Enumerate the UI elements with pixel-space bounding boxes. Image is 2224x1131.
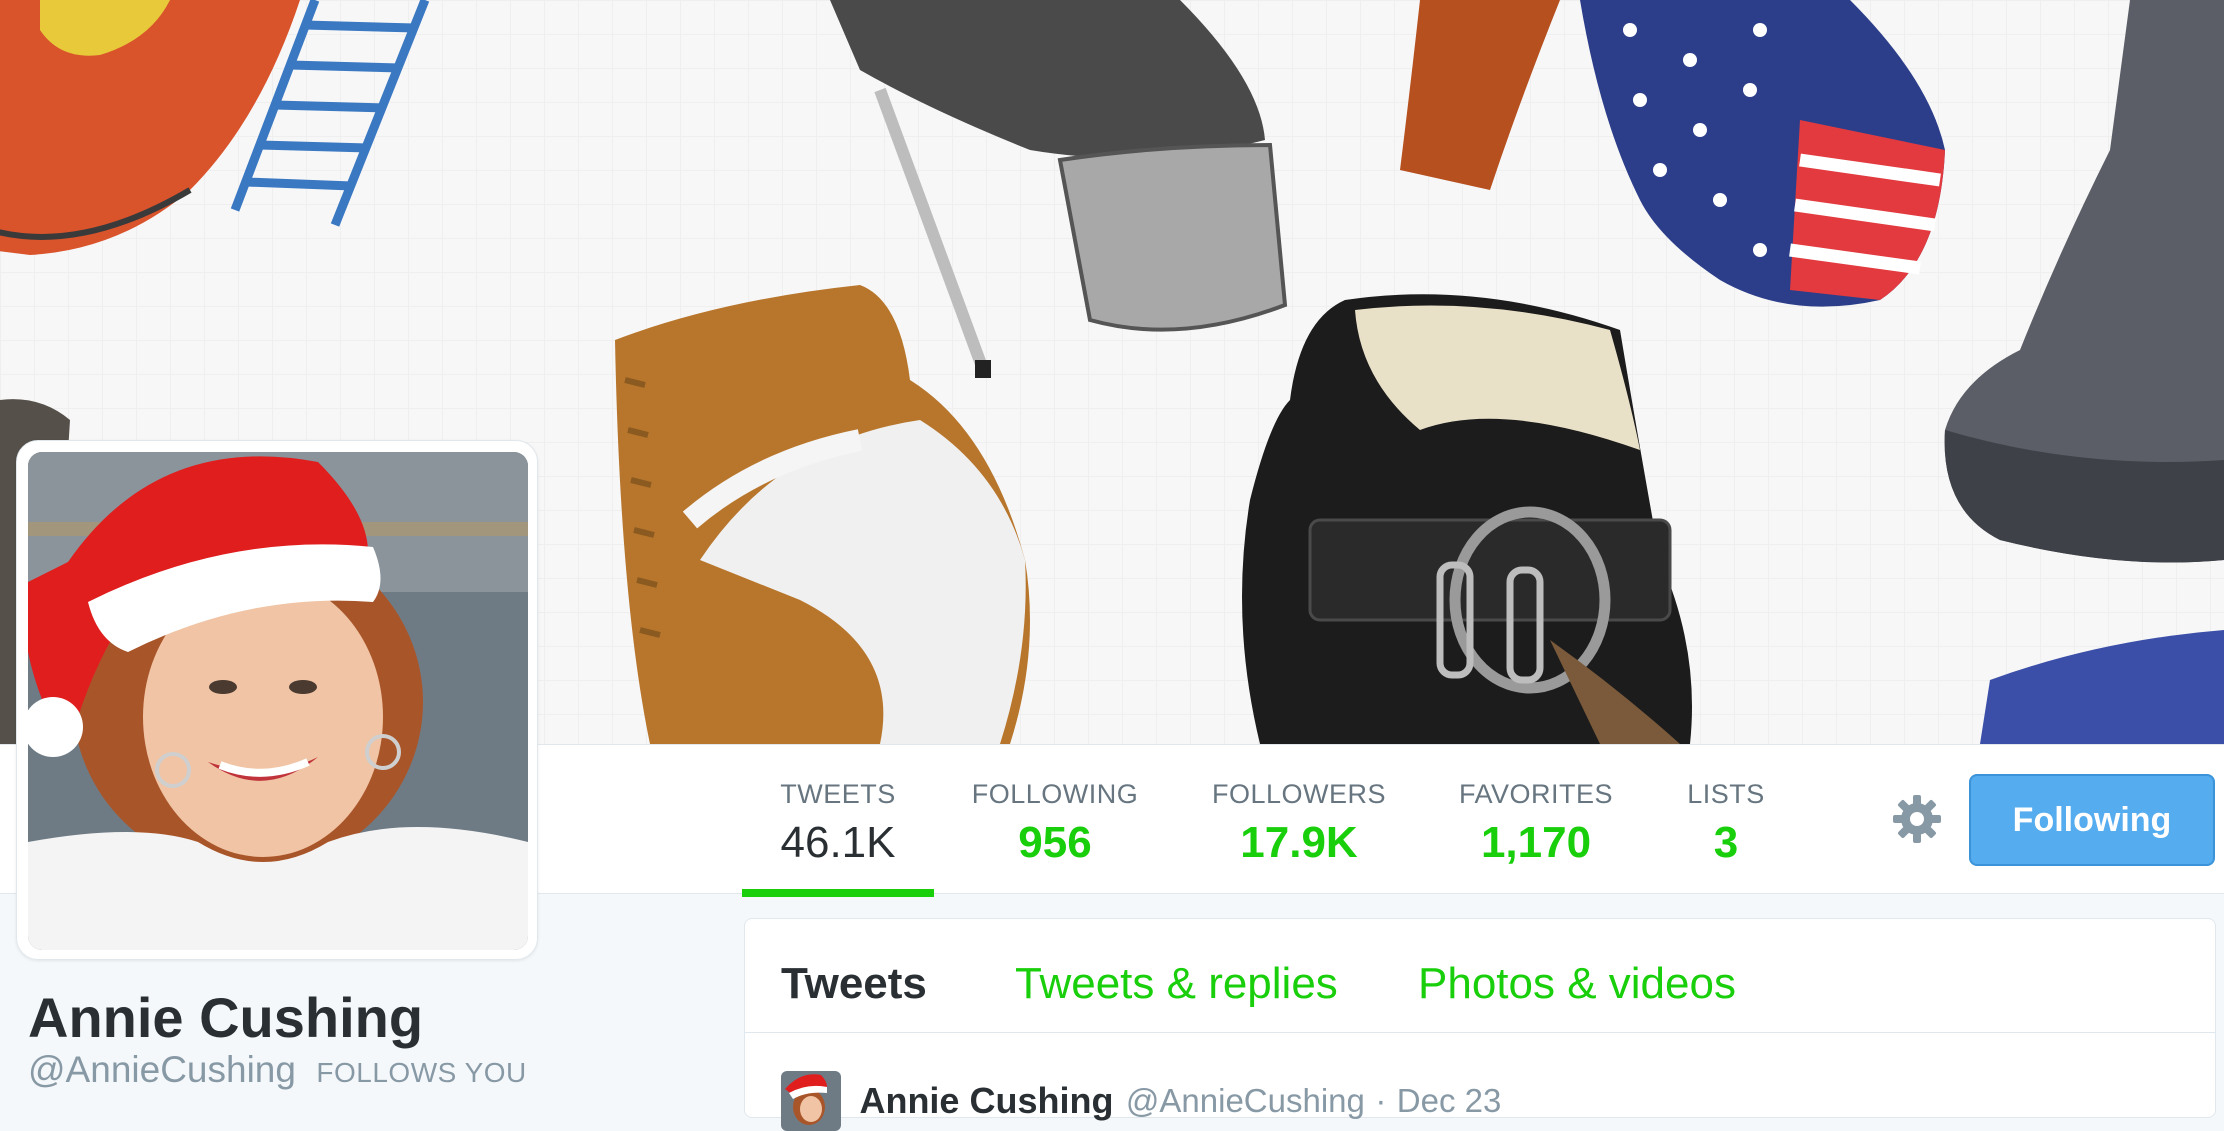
tweet-date[interactable]: Dec 23 xyxy=(1397,1082,1502,1119)
profile-handle-row: @AnnieCushing FOLLOWS YOU xyxy=(28,1049,527,1091)
stat-followers-value: 17.9K xyxy=(1240,818,1358,867)
stat-followers-label: FOLLOWERS xyxy=(1211,779,1387,809)
stat-followers[interactable]: FOLLOWERS 17.9K xyxy=(1208,745,1390,895)
timeline-tabs: Tweets Tweets & replies Photos & videos xyxy=(745,919,2215,1033)
tab-tweets-and-replies[interactable]: Tweets & replies xyxy=(1015,959,1338,1009)
stat-following[interactable]: FOLLOWING 956 xyxy=(966,745,1144,895)
following-button[interactable]: Following xyxy=(1969,774,2215,866)
stat-tweets[interactable]: TWEETS 46.1K xyxy=(742,745,934,897)
stat-favorites-label: FAVORITES xyxy=(1458,779,1614,809)
avatar-photo xyxy=(28,452,528,950)
stat-tweets-value: 46.1K xyxy=(780,818,896,867)
stat-favorites[interactable]: FAVORITES 1,170 xyxy=(1454,745,1618,895)
tweet-author-handle[interactable]: @AnnieCushing xyxy=(1126,1082,1365,1119)
stat-lists-label: LISTS xyxy=(1687,779,1765,809)
timeline: Tweets Tweets & replies Photos & videos … xyxy=(744,918,2216,1131)
gear-icon[interactable] xyxy=(1891,793,1943,845)
tab-tweets[interactable]: Tweets xyxy=(781,959,927,1009)
stat-favorites-value: 1,170 xyxy=(1480,818,1592,867)
tab-photos-and-videos[interactable]: Photos & videos xyxy=(1418,959,1736,1009)
follows-you-badge: FOLLOWS YOU xyxy=(316,1057,527,1088)
profile-avatar[interactable] xyxy=(16,440,538,960)
tweet-separator: · xyxy=(1375,1082,1387,1119)
stat-tweets-label: TWEETS xyxy=(780,779,896,809)
stat-lists-value: 3 xyxy=(1713,818,1739,867)
tweet-header: Annie Cushing @AnnieCushing · Dec 23 xyxy=(781,1071,1501,1131)
stat-lists[interactable]: LISTS 3 xyxy=(1680,745,1772,895)
profile-name: Annie Cushing xyxy=(28,986,424,1049)
profile-handle[interactable]: @AnnieCushing xyxy=(28,1049,296,1090)
tweet-author-name[interactable]: Annie Cushing xyxy=(859,1080,1113,1121)
stat-following-label: FOLLOWING xyxy=(971,779,1139,809)
stat-following-value: 956 xyxy=(1018,818,1092,867)
tweet-avatar[interactable] xyxy=(781,1071,841,1131)
